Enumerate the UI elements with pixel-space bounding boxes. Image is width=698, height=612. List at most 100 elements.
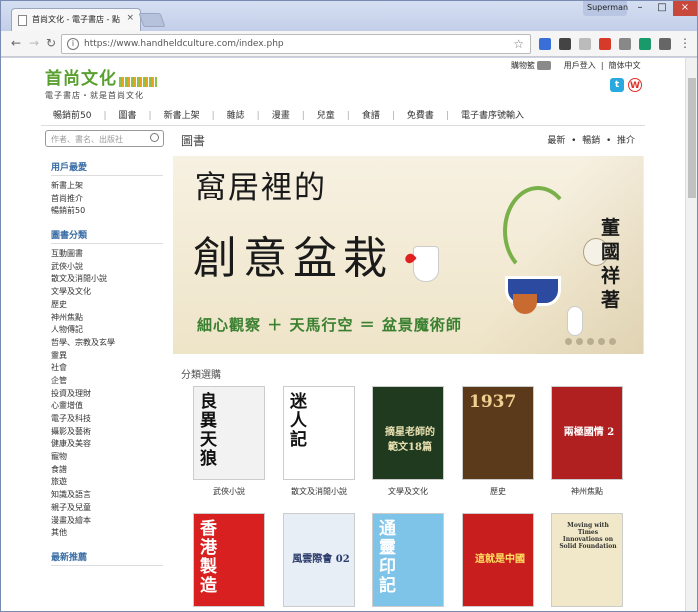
ext-icon[interactable] — [599, 38, 611, 50]
sidebar-item[interactable]: 神州焦點 — [51, 312, 163, 325]
section-title: 圖書 — [181, 134, 206, 148]
book-category-label[interactable]: 文學及文化 — [363, 486, 453, 497]
nav-item[interactable]: 雜誌 — [215, 108, 257, 121]
sidebar-item[interactable]: 寵物 — [51, 451, 163, 464]
book-cover[interactable]: 風雲際會 02 — [283, 513, 355, 607]
sidebar-item[interactable]: 健康及美容 — [51, 438, 163, 451]
nav-item[interactable]: 食譜 — [350, 108, 392, 121]
book-category-label[interactable]: 散文及消閒小說 — [274, 486, 364, 497]
tab-title: 首尚文化 - 電子書店 - 點 — [32, 15, 120, 24]
nav-item[interactable]: 兒童 — [305, 108, 347, 121]
book-category-label[interactable]: 武俠小說 — [184, 486, 274, 497]
vertical-scrollbar[interactable] — [685, 58, 697, 611]
sidebar-item[interactable]: 電子及科技 — [51, 413, 163, 426]
new-tab-button[interactable] — [138, 13, 166, 27]
site-slogan: 電子書店・就是首尚文化 — [45, 91, 144, 100]
book-cover[interactable]: 1937 — [462, 386, 534, 480]
twitter-icon[interactable]: t — [610, 78, 624, 92]
content-tabs: 最新 • 暢銷 • 推介 — [547, 133, 635, 146]
sidebar-item[interactable]: 哲學、宗教及玄學 — [51, 337, 163, 350]
minimize-button[interactable]: – — [629, 1, 651, 16]
banner-author: 董國祥著 — [601, 217, 621, 311]
book-cover[interactable]: 兩極國情 2 — [551, 386, 623, 480]
sidebar-item[interactable]: 首尚推介 — [51, 193, 163, 206]
weibo-icon[interactable]: W — [628, 78, 642, 92]
tab-bestseller[interactable]: 暢銷 — [582, 136, 600, 146]
sidebar-item[interactable]: 攝影及藝術 — [51, 426, 163, 439]
close-window-button[interactable]: × — [673, 1, 697, 16]
ext-icon[interactable] — [619, 38, 631, 50]
sidebar-item[interactable]: 靈異 — [51, 350, 163, 363]
search-input[interactable]: 作者、書名、出版社 — [45, 130, 164, 147]
sidebar-item[interactable]: 投資及理財 — [51, 388, 163, 401]
reload-icon[interactable]: ↻ — [46, 36, 56, 50]
ext-icon[interactable] — [539, 38, 551, 50]
sidebar-item[interactable]: 親子及兒童 — [51, 502, 163, 515]
sidebar-item[interactable]: 漫畫及繪本 — [51, 515, 163, 528]
bookmark-star-icon[interactable]: ☆ — [513, 37, 524, 51]
sidebar-item[interactable]: 其他 — [51, 527, 163, 540]
book-category-label[interactable]: 神州焦點 — [542, 486, 632, 497]
scrollbar-thumb[interactable] — [688, 78, 696, 198]
slide-dot[interactable] — [576, 338, 583, 345]
info-icon[interactable]: i — [67, 38, 79, 50]
book-cover[interactable]: 摘星老師的範文18篇 — [372, 386, 444, 480]
book-cover-title: 香港製造 — [200, 519, 217, 596]
promo-banner[interactable]: 窩居裡的 創意盆栽 細心觀察 ＋ 天馬行空 ＝ 盆景魔術師 董國祥著 — [173, 156, 644, 354]
sidebar-item[interactable]: 新書上架 — [51, 180, 163, 193]
tab-latest[interactable]: 最新 — [547, 136, 565, 146]
slide-dot[interactable] — [598, 338, 605, 345]
sidebar-item[interactable]: 企管 — [51, 375, 163, 388]
book-cover[interactable]: 這就是中國 — [462, 513, 534, 607]
sidebar-item[interactable]: 武俠小說 — [51, 261, 163, 274]
book-cover-title: 迷人記 — [290, 392, 307, 450]
sidebar-item[interactable]: 暢銷前50 — [51, 205, 163, 218]
nav-item[interactable]: 漫畫 — [260, 108, 302, 121]
browser-tab[interactable]: 首尚文化 - 電子書店 - 點 × — [11, 8, 141, 31]
slide-dot[interactable] — [609, 338, 616, 345]
sidebar-item[interactable]: 社會 — [51, 362, 163, 375]
slide-dot[interactable] — [587, 338, 594, 345]
forward-icon[interactable]: → — [29, 36, 39, 50]
sidebar-item[interactable]: 互動圖書 — [51, 248, 163, 261]
book-cover[interactable]: 香港製造 — [193, 513, 265, 607]
slide-dot[interactable] — [565, 338, 572, 345]
language-link[interactable]: 簡体中文 — [609, 61, 641, 70]
book-cover[interactable]: Moving with Times Innovations on Solid F… — [551, 513, 623, 607]
search-icon[interactable] — [150, 133, 159, 142]
cart-icon[interactable] — [537, 61, 551, 70]
nav-item[interactable]: 電子書序號輸入 — [449, 108, 536, 121]
nav-item[interactable]: 圖書 — [107, 108, 149, 121]
site-logo[interactable]: 首尚文化 電子書店・就是首尚文化 — [45, 64, 157, 101]
sidebar-item[interactable]: 食譜 — [51, 464, 163, 477]
ext-icon[interactable] — [579, 38, 591, 50]
nav-item[interactable]: 免費書 — [395, 108, 446, 121]
sidebar-item[interactable]: 散文及消閒小說 — [51, 273, 163, 286]
book-cover[interactable]: 迷人記 — [283, 386, 355, 480]
user-profile-button[interactable]: Superman — [583, 1, 628, 16]
back-icon[interactable]: ← — [11, 36, 21, 50]
url-text: https://www.handheldculture.com/index.ph… — [84, 39, 284, 49]
eyedropper-icon[interactable] — [559, 38, 571, 50]
nav-item[interactable]: 暢銷前50 — [41, 108, 103, 121]
sidebar-item[interactable]: 知識及語言 — [51, 489, 163, 502]
nav-item[interactable]: 新書上架 — [152, 108, 212, 121]
sidebar-item[interactable]: 旅遊 — [51, 476, 163, 489]
sidebar-item[interactable]: 歷史 — [51, 299, 163, 312]
sidebar-item[interactable]: 心靈增值 — [51, 400, 163, 413]
tab-recommend[interactable]: 推介 — [617, 136, 635, 146]
close-tab-icon[interactable]: × — [126, 13, 134, 23]
maximize-button[interactable]: □ — [651, 1, 673, 16]
sidebar-item[interactable]: 人物傳記 — [51, 324, 163, 337]
ext-icon[interactable] — [639, 38, 651, 50]
ext-icon[interactable] — [659, 38, 671, 50]
menu-icon[interactable]: ⋮ — [679, 36, 691, 50]
book-category-label[interactable]: 歷史 — [453, 486, 543, 497]
sidebar-item[interactable]: 文學及文化 — [51, 286, 163, 299]
vase-illustration — [567, 306, 583, 336]
book-cover[interactable]: 通靈印記 — [372, 513, 444, 607]
login-link[interactable]: 用戶登入 — [564, 61, 596, 70]
cart-link[interactable]: 購物籃 — [511, 61, 535, 70]
book-cover[interactable]: 良異天狼 — [193, 386, 265, 480]
address-bar[interactable]: i https://www.handheldculture.com/index.… — [61, 34, 531, 54]
